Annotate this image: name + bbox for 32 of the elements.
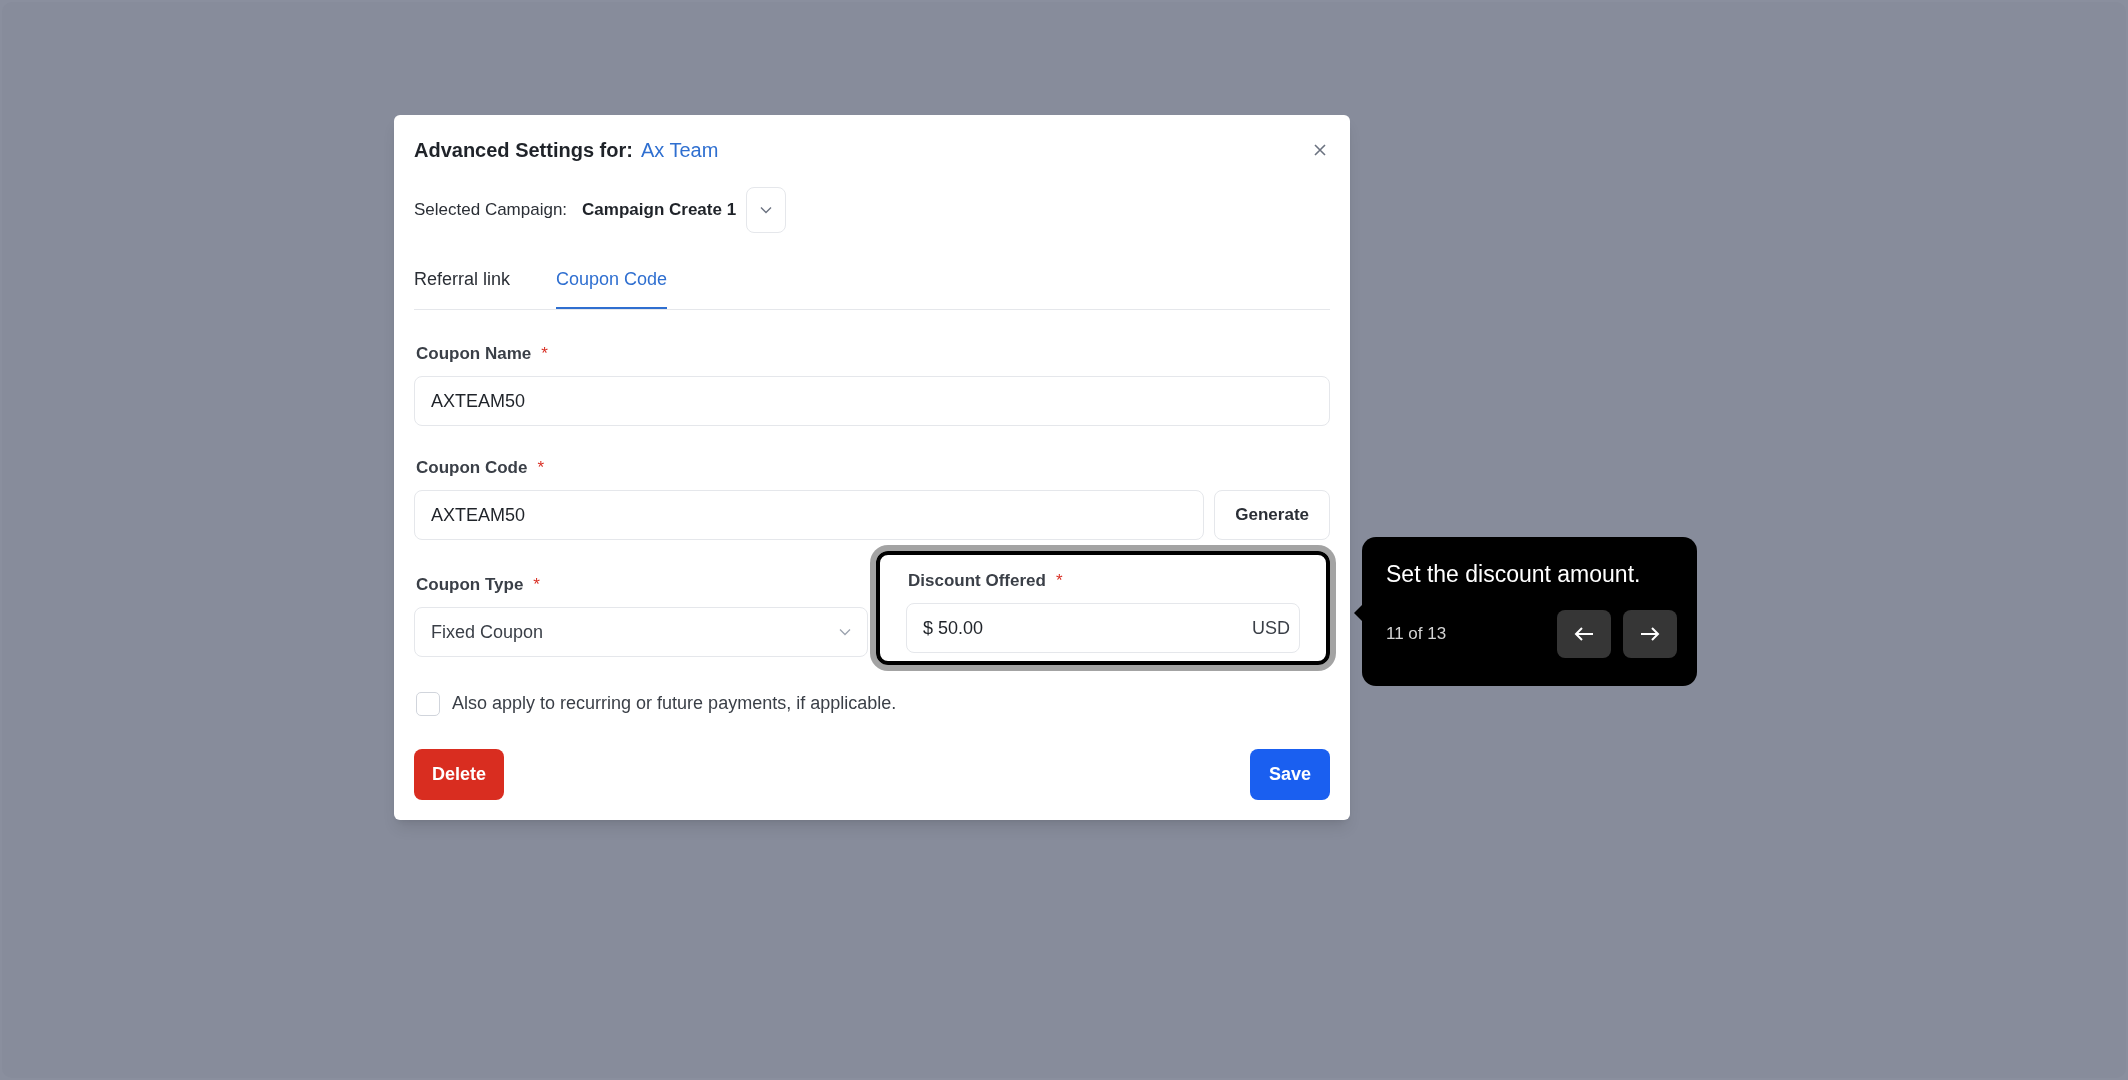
team-name: Ax Team (640, 138, 719, 163)
field-label: Coupon Type (416, 574, 524, 597)
checkbox[interactable] (416, 691, 440, 716)
generate-button[interactable]: Generate (1214, 490, 1330, 540)
next-button[interactable] (1623, 609, 1677, 658)
input-field[interactable]: AXTEAM50 (414, 490, 1205, 540)
field-label: Coupon Name (416, 343, 532, 366)
required-asterisk: * (541, 343, 548, 366)
campaign-label: Selected Campaign: (414, 199, 568, 222)
field-label: Coupon Code (416, 457, 528, 480)
coupon-type-select[interactable]: Fixed Coupon (414, 607, 868, 657)
chevron-down-icon (839, 628, 851, 636)
delete-button[interactable]: Delete (414, 749, 505, 800)
arrow-right-icon (1640, 625, 1660, 642)
arrow-left-icon (1574, 625, 1594, 642)
required-asterisk: * (537, 457, 545, 480)
currency-label: USD (1252, 617, 1290, 640)
tooltip-text: Set the discount amount. (1386, 560, 1642, 589)
step-counter: 11 of 13 (1386, 622, 1447, 645)
tab[interactable]: Referral link (414, 266, 511, 309)
campaign-name: Campaign Create 1 (582, 199, 737, 222)
close-icon (1313, 143, 1327, 157)
tab[interactable]: Coupon Code (556, 266, 668, 309)
save-button[interactable]: Save (1249, 749, 1330, 800)
required-asterisk: * (1055, 570, 1063, 593)
field-label: Discount Offered (908, 570, 1046, 593)
required-asterisk: * (533, 574, 540, 597)
dialog-title: Advanced Settings for: (414, 138, 633, 163)
previous-button[interactable] (1557, 609, 1611, 658)
input-field[interactable]: AXTEAM50 (414, 376, 1330, 426)
checkbox-label: Also apply to recurring or future payments, if applicable. (452, 692, 897, 715)
chevron-down-icon (760, 206, 773, 214)
